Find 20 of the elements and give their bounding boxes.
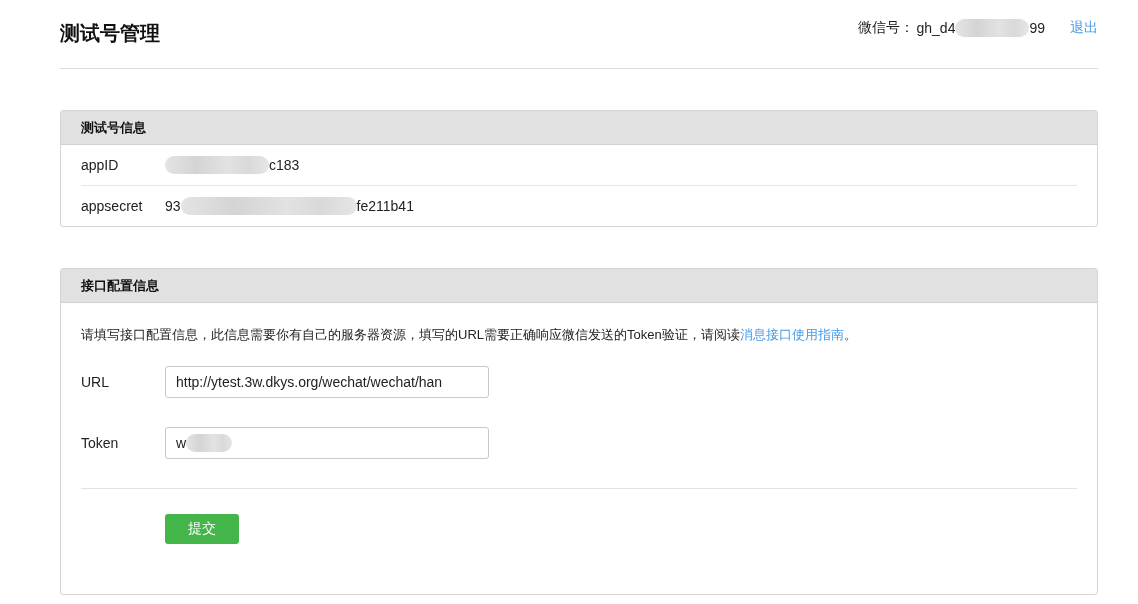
field-value: 93 <box>165 198 181 214</box>
field-label: appsecret <box>81 198 144 214</box>
field-value: fe211b41 <box>356 198 414 214</box>
field-label: Token <box>81 435 120 451</box>
panel-title: 测试号信息 <box>81 118 146 137</box>
description-text: 请填写接口配置信息，此信息需要你有自己的服务器资源，填写的URL需要正确响应微信发送的Token验证，请阅读消息接口使用指南。 <box>81 326 858 344</box>
guide-link[interactable]: 消息接口使用指南 <box>739 327 844 342</box>
submit-button[interactable]: 提交 <box>165 514 239 544</box>
input-field[interactable]: w <box>165 427 489 459</box>
field-label: appID <box>81 157 120 173</box>
field-label: URL <box>81 374 110 390</box>
input-field[interactable]: http://ytest.3w.dkys.org/wechat/wechat/han <box>165 366 489 398</box>
field-value: c183 <box>269 157 300 173</box>
logout-link[interactable]: 退出 <box>1070 19 1098 37</box>
redaction-blur <box>186 434 233 452</box>
panel-title: 接口配置信息 <box>81 276 159 295</box>
page-title: 测试号管理 <box>60 21 160 46</box>
account-id: 99 <box>1029 20 1045 36</box>
account-id: gh_d4 <box>916 20 956 36</box>
account-label: 微信号： <box>858 19 915 37</box>
